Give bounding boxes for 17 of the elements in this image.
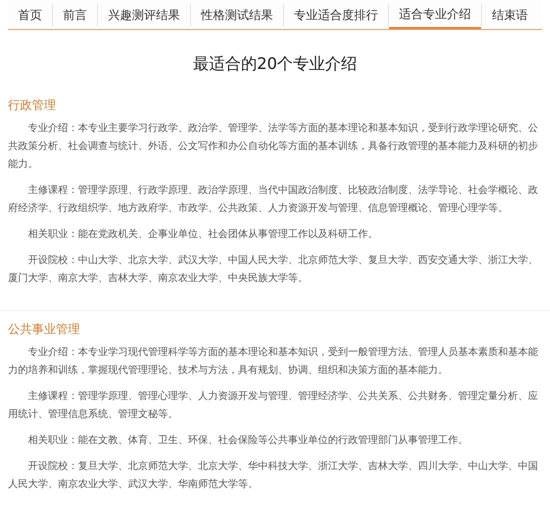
major-paragraph: 专业介绍：本专业学习现代管理科学等方面的基本理论和基本知识，受到一般管理方法、管理人员基本素质和基本能力的培养和训练，掌握现代管理理论、技术与方法，具有规划、协调、组织和决策方面的基本能力。 — [8, 346, 539, 378]
major-paragraph: 主修课程：管理学原理、管理心理学、人力资源开发与管理、管理经济学、公共关系、公共财务、管理定量分析、应用统计、管理信息系统、管理文秘等。 — [8, 390, 539, 422]
major-paragraph: 主修课程：管理学原理、行政学原理、政治学原理、当代中国政治制度、比较政治制度、法学导论、社会学概论、政府经济学、行政组织学、地方政府学、市政学、公共政策、人力资源开发与管理、信息管理概论、管理心理学等。 — [8, 184, 539, 216]
nav-tab[interactable]: 性格测试结果 — [191, 0, 283, 28]
major-paragraph: 相关职业：能在文教、体育、卫生、环保、社会保险等公共事业单位的行政管理部门从事管理工作。 — [27, 434, 469, 448]
nav-tab[interactable]: 兴趣测评结果 — [98, 0, 190, 28]
page-title: 最适合的20个专业介绍 — [192, 54, 358, 75]
major-paragraph: 专业介绍：本专业主要学习行政学、政治学、管理学、法学等方面的基本理论和基本知识，受到行政学理论研究、公共政策分析、社会调查与统计、外语、公文写作和办公自动化等方面的基本训练，具备行政管理的基本能力及科研的初步能力。 — [8, 122, 539, 172]
nav-tab[interactable]: 结束语 — [482, 0, 538, 28]
nav-tab[interactable]: 首页 — [8, 0, 52, 28]
major-heading: 行政管理 — [8, 97, 57, 114]
nav-tab[interactable]: 专业适合度排行 — [284, 0, 388, 28]
major-paragraph: 开设院校：中山大学、北京大学、武汉大学、中国人民大学、北京师范大学、复旦大学、西安交通大学、浙江大学、厦门大学、南京大学、吉林大学、南京农业大学、中央民族大学等。 — [8, 254, 539, 286]
major-paragraph: 相关职业：能在党政机关、企事业单位、社会团体从事管理工作以及科研工作。 — [27, 228, 379, 242]
nav-tab[interactable]: 前言 — [53, 0, 97, 28]
major-paragraph: 开设院校：复旦大学、北京师范大学、北京大学、华中科技大学、浙江大学、吉林大学、四川大学、中山大学、中国人民大学、南京农业大学、武汉大学、华南师范大学等。 — [8, 460, 539, 492]
major-heading: 公共事业管理 — [8, 321, 81, 338]
